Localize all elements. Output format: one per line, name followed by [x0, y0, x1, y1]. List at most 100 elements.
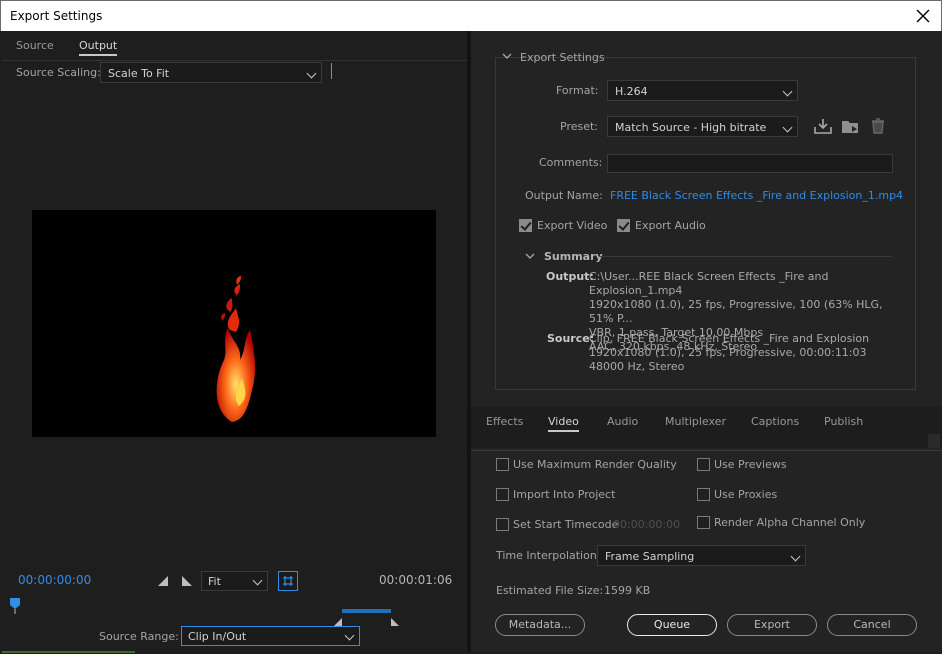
playhead-handle[interactable]	[10, 598, 20, 614]
fire-frame-image	[216, 276, 256, 422]
use-previews-checkbox[interactable]	[697, 458, 710, 471]
export-video-label: Export Video	[537, 219, 608, 232]
import-into-project-checkbox[interactable]	[496, 488, 509, 501]
save-preset-button[interactable]	[814, 118, 832, 137]
summary-source-line: Clip, FREE Black Screen Effects _Fire an…	[589, 332, 870, 345]
window-title: Export Settings	[10, 9, 103, 23]
aspect-ratio-icon	[283, 576, 293, 586]
set-in-point-button[interactable]	[158, 576, 170, 589]
source-scaling-value: Scale To Fit	[108, 67, 170, 80]
out-point-icon	[391, 618, 399, 626]
work-area-bar[interactable]	[342, 609, 391, 613]
import-into-project-label: Import Into Project	[513, 488, 616, 501]
source-scaling-label: Source Scaling:	[16, 66, 101, 79]
export-audio-checkbox[interactable]	[617, 219, 630, 232]
max-render-quality-checkbox[interactable]	[496, 458, 509, 471]
export-audio-label: Export Audio	[635, 219, 706, 232]
metadata-button[interactable]: Metadata...	[495, 614, 585, 636]
export-video-checkbox[interactable]	[519, 219, 532, 232]
set-in-point-icon	[158, 576, 168, 586]
zoom-dropdown[interactable]: Fit	[201, 571, 268, 591]
import-preset-icon	[842, 121, 858, 133]
export-button[interactable]: Export	[727, 614, 817, 636]
export-settings-toggle[interactable]	[502, 51, 512, 64]
summary-output-line: 1920x1080 (1.0), 25 fps, Progressive, 10…	[589, 298, 883, 325]
output-name-label: Output Name:	[525, 189, 603, 202]
chevron-down-icon	[782, 86, 793, 97]
cancel-button[interactable]: Cancel	[827, 614, 917, 636]
use-proxies-label: Use Proxies	[714, 488, 778, 501]
chevron-down-icon	[782, 122, 793, 133]
tab-captions[interactable]: Captions	[751, 415, 799, 428]
in-point-icon	[334, 618, 342, 626]
preset-value: Match Source - High bitrate	[615, 121, 767, 134]
zoom-value: Fit	[208, 575, 221, 588]
tab-publish[interactable]: Publish	[824, 415, 863, 428]
source-range-dropdown[interactable]: Clip In/Out	[181, 626, 360, 646]
scaling-separator	[331, 63, 332, 79]
progress-strip	[2, 651, 135, 653]
render-alpha-checkbox[interactable]	[697, 516, 710, 529]
summary-toggle[interactable]	[525, 251, 535, 264]
chevron-down-icon	[502, 53, 512, 59]
chevron-down-icon	[306, 68, 317, 79]
time-interpolation-value: Frame Sampling	[605, 550, 695, 563]
export-settings-title: Export Settings	[520, 51, 605, 64]
tab-content-scroll	[471, 434, 942, 448]
title-bar: Export Settings	[0, 0, 942, 31]
comments-input[interactable]	[607, 154, 893, 173]
set-out-point-icon	[182, 576, 192, 586]
queue-button[interactable]: Queue	[627, 614, 717, 636]
summary-source-label: Source:	[547, 332, 595, 345]
timeline-ruler[interactable]	[10, 598, 460, 626]
close-icon	[916, 9, 930, 23]
set-out-point-button[interactable]	[180, 576, 192, 589]
tab-audio[interactable]: Audio	[607, 415, 638, 428]
summary-output-line: C:\User...REE Black Screen Effects _Fire…	[589, 270, 829, 297]
summary-source-line: 1920x1080 (1.0), 25 fps, Progressive, 00…	[589, 346, 867, 359]
summary-output-label: Output:	[546, 270, 594, 283]
start-timecode-value[interactable]: 00:00:00:00	[613, 518, 680, 531]
playhead-icon	[10, 598, 20, 614]
delete-preset-button[interactable]	[870, 118, 886, 137]
chevron-down-icon	[525, 253, 535, 259]
summary-divider	[600, 256, 892, 257]
tab-divider	[2, 60, 467, 61]
out-point-marker[interactable]	[391, 616, 399, 629]
aspect-toggle-button[interactable]	[278, 571, 298, 591]
options-divider	[471, 450, 942, 451]
render-alpha-label: Render Alpha Channel Only	[714, 516, 866, 529]
use-proxies-checkbox[interactable]	[697, 488, 710, 501]
current-timecode[interactable]: 00:00:00:00	[18, 573, 91, 587]
time-interpolation-label: Time Interpolation:	[496, 549, 601, 562]
start-timecode-checkbox[interactable]	[496, 518, 509, 531]
source-range-value: Clip In/Out	[188, 630, 247, 643]
source-range-label: Source Range:	[99, 630, 179, 643]
source-scaling-dropdown[interactable]: Scale To Fit	[100, 62, 322, 83]
close-button[interactable]	[911, 4, 935, 28]
use-previews-label: Use Previews	[714, 458, 787, 471]
tab-multiplexer[interactable]: Multiplexer	[665, 415, 726, 428]
summary-title: Summary	[544, 250, 603, 263]
preset-dropdown[interactable]: Match Source - High bitrate	[607, 116, 798, 137]
trash-icon	[872, 118, 884, 134]
format-dropdown[interactable]: H.264	[607, 80, 798, 101]
estimated-size-value: 1599 KB	[604, 584, 651, 597]
chevron-down-icon	[344, 630, 355, 641]
comments-label: Comments:	[539, 156, 603, 169]
tab-effects[interactable]: Effects	[486, 415, 523, 428]
tab-source[interactable]: Source	[16, 39, 54, 52]
summary-source-line: 48000 Hz, Stereo	[589, 360, 685, 373]
chevron-down-icon	[790, 551, 801, 562]
import-preset-button[interactable]	[841, 118, 861, 137]
output-name-link[interactable]: FREE Black Screen Effects _Fire and Expl…	[610, 189, 903, 202]
chevron-down-icon	[252, 575, 263, 586]
end-timecode: 00:00:01:06	[379, 573, 453, 587]
video-preview	[32, 210, 436, 437]
tab-scrollbar[interactable]	[928, 434, 940, 448]
time-interpolation-dropdown[interactable]: Frame Sampling	[597, 545, 806, 566]
tab-output[interactable]: Output	[79, 39, 118, 56]
tab-video[interactable]: Video	[548, 415, 579, 432]
format-value: H.264	[615, 85, 648, 98]
save-preset-icon	[814, 119, 832, 134]
